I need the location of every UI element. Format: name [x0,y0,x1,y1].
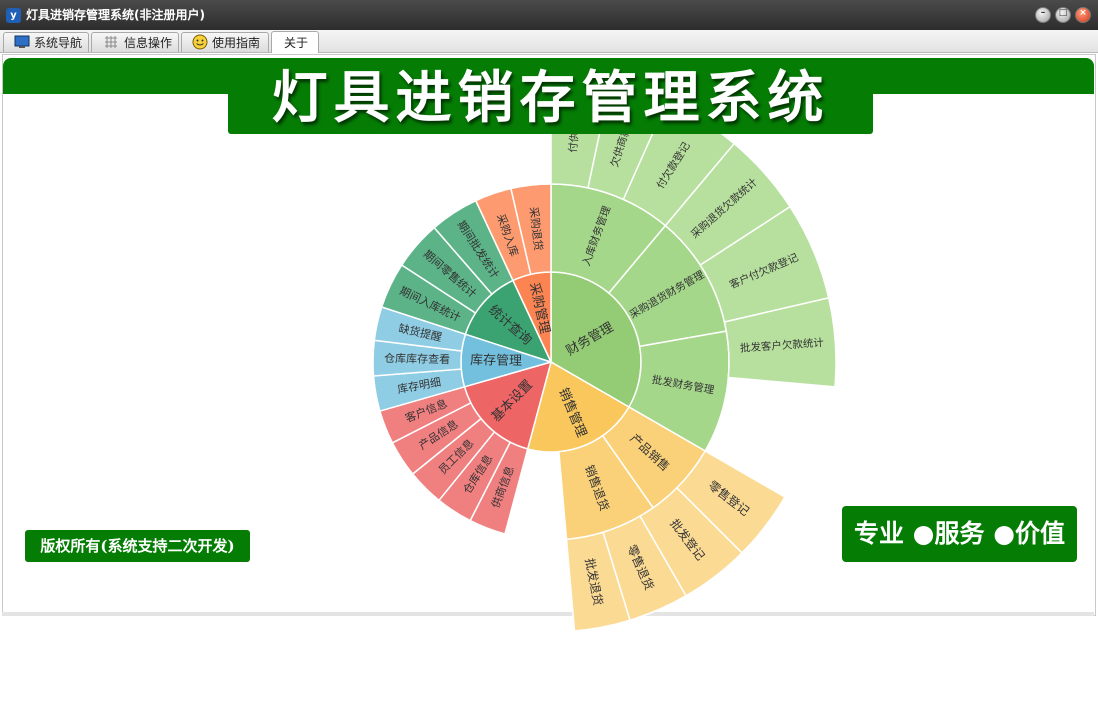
slogan-badge: 专业 ●服务 ●价值 [842,506,1077,562]
system-title: 灯具进销存管理系统 [271,66,830,131]
copyright-text: 版权所有(系统支持二次开发) [40,537,235,555]
sunburst-inventory-label: 仓库库存查看 [384,351,450,366]
system-title-banner: 灯具进销存管理系统 [228,64,873,134]
sunburst-root-label: 库存管理 [470,352,522,369]
slogan-text: 专业 ●服务 ●价值 [853,519,1066,548]
copyright-badge: 版权所有(系统支持二次开发) [25,530,250,562]
